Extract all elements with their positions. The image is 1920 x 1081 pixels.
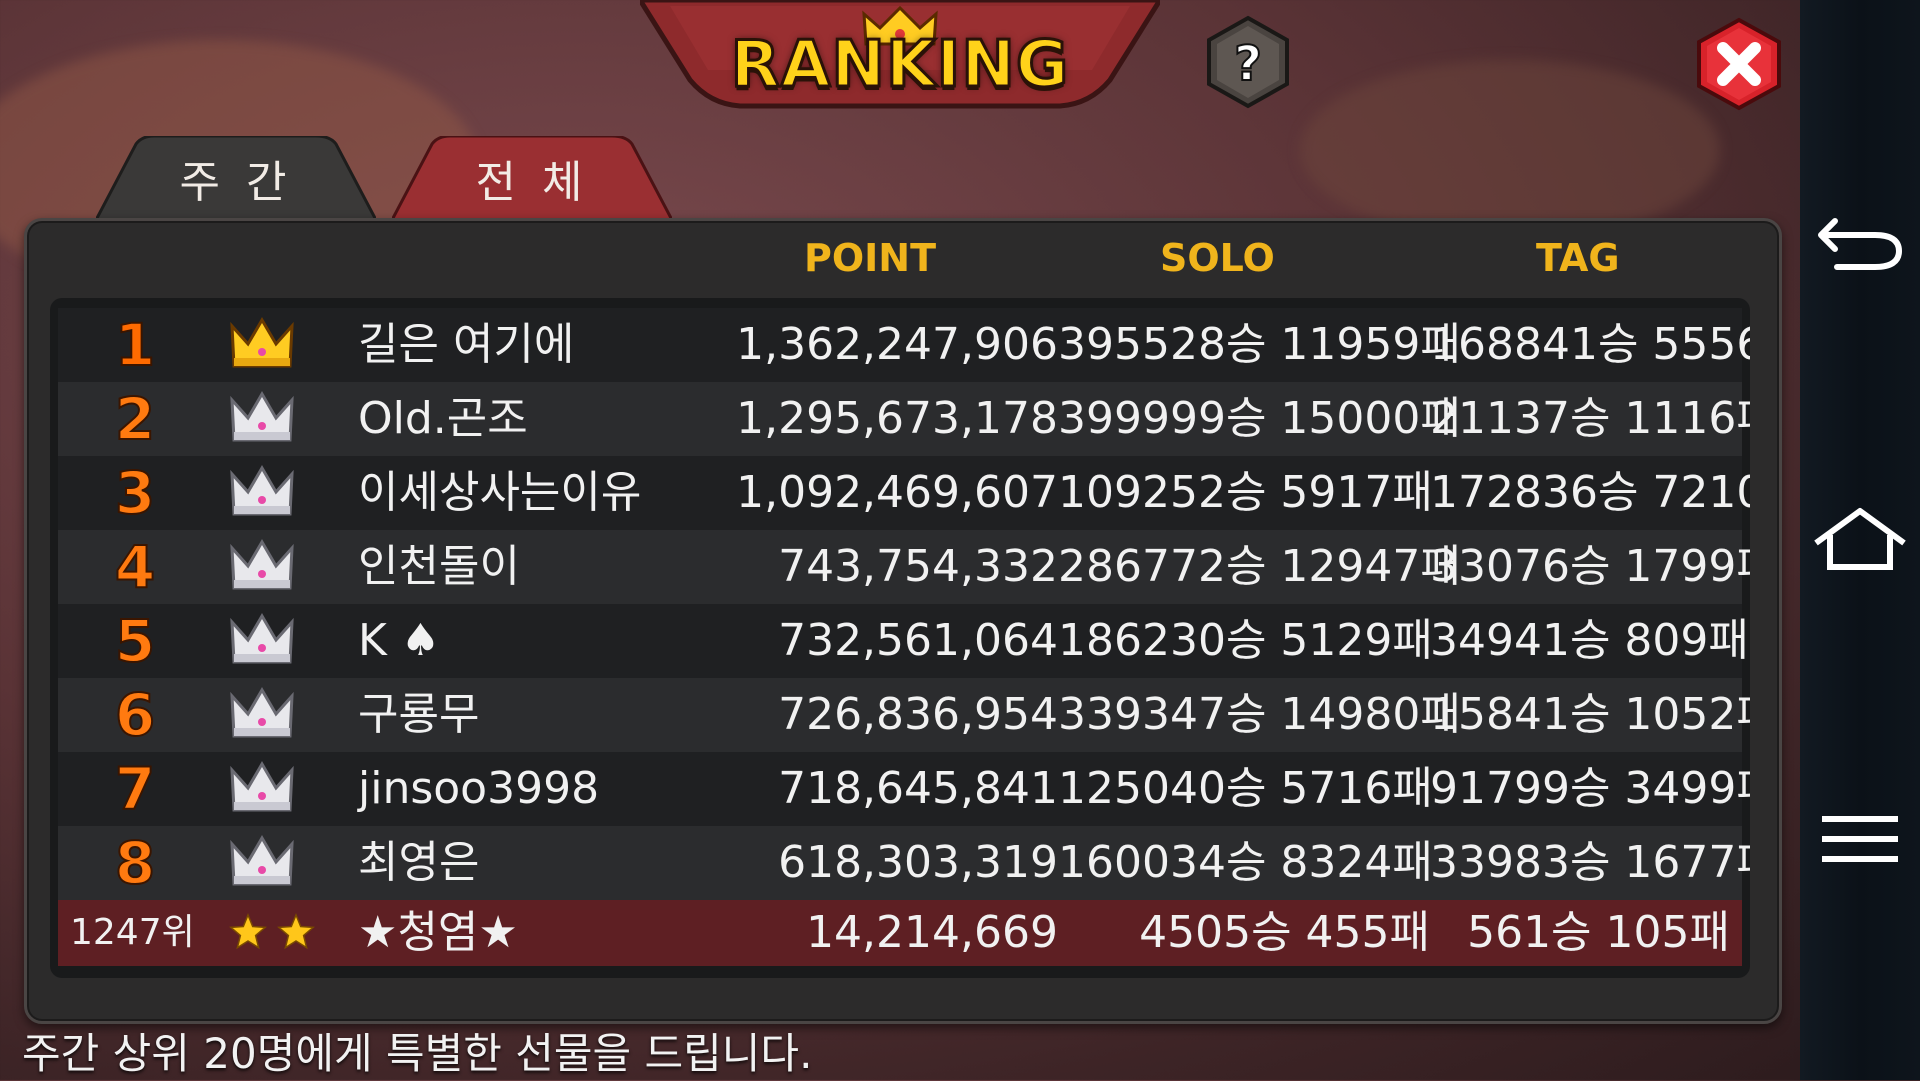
tab-all[interactable]: 전 체 <box>392 136 672 220</box>
background-art-right <box>1300 60 1720 240</box>
menu-icon <box>1822 816 1898 862</box>
rank-number: 2 <box>114 384 156 454</box>
back-button[interactable] <box>1800 180 1920 300</box>
back-icon <box>1818 218 1903 270</box>
silver-crown-icon <box>226 604 298 678</box>
tag-record: 33076승 1799패 <box>1430 541 1750 592</box>
column-header-solo: SOLO <box>1160 236 1275 280</box>
solo-record: 339347승 14980패 <box>1058 689 1461 740</box>
star-icon <box>229 913 267 950</box>
player-name: Old.곤조 <box>358 393 528 444</box>
header-banner: RANKING <box>640 0 1160 120</box>
column-header-tag: TAG <box>1536 236 1620 280</box>
player-name: 구룡무 <box>358 689 480 740</box>
ranking-screen: RANKING ? 주 간 전 체 POINT SOLO TAG 1 길은 여기… <box>0 0 1800 1080</box>
silver-crown-icon <box>226 382 298 456</box>
point-value: 718,645,841 <box>778 763 1058 814</box>
home-button[interactable] <box>1800 480 1920 600</box>
point-value: 1,295,673,178 <box>736 393 1058 444</box>
tag-record: 172836승 7210패 <box>1430 467 1750 518</box>
point-value: 743,754,332 <box>778 541 1058 592</box>
tag-record: 33983승 1677패 <box>1430 837 1750 888</box>
menu-button[interactable] <box>1800 780 1920 900</box>
player-name: jinsoo3998 <box>358 763 600 814</box>
solo-record: 395528승 11959패 <box>1058 319 1461 370</box>
player-name: 최영은 <box>358 837 480 888</box>
tab-weekly[interactable]: 주 간 <box>96 136 376 220</box>
tag-record: 21137승 1116패 <box>1430 393 1750 444</box>
rank-number: 4 <box>114 532 156 602</box>
point-value: 726,836,954 <box>778 689 1058 740</box>
point-value: 618,303,319 <box>778 837 1058 888</box>
tab-all-label: 전 체 <box>475 157 589 208</box>
table-row[interactable]: 7 jinsoo3998 718,645,841 125040승 5716패 91799… <box>58 752 1750 826</box>
table-row[interactable]: 3 이세상사는이유 1,092,469,607 109252승 5917패 172836… <box>58 456 1750 530</box>
tab-weekly-label: 주 간 <box>179 157 293 208</box>
question-icon: ? <box>1234 36 1262 92</box>
table-row[interactable]: 8 최영은 618,303,319 160034승 8324패 33983승 1677패 <box>58 826 1750 900</box>
silver-crown-icon <box>226 456 298 530</box>
system-navigation-bar <box>1800 0 1920 1080</box>
rank-stars <box>226 900 326 966</box>
ranking-table: 1 길은 여기에 1,362,247,906 395528승 11959패 168841… <box>50 298 1750 978</box>
tag-record: 91799승 3499패 <box>1430 763 1750 814</box>
page-title: RANKING <box>729 27 1070 104</box>
help-button[interactable]: ? <box>1205 14 1291 110</box>
tag-record: 34941승 809패 <box>1430 615 1749 666</box>
column-header-point: POINT <box>804 236 937 280</box>
tag-record: 168841승 5556패 <box>1430 319 1750 370</box>
my-tag-record: 561승 105패 <box>1467 907 1730 958</box>
close-button[interactable] <box>1693 16 1785 112</box>
footer-notice: 주간 상위 20명에게 특별한 선물을 드립니다. <box>22 1029 813 1078</box>
solo-record: 286772승 12947패 <box>1058 541 1461 592</box>
rank-number: 8 <box>114 828 156 898</box>
table-row[interactable]: 6 구룡무 726,836,954 339347승 14980패 15841승 1052… <box>58 678 1750 752</box>
solo-record: 109252승 5917패 <box>1058 467 1433 518</box>
point-value: 1,092,469,607 <box>736 467 1058 518</box>
player-name: 이세상사는이유 <box>358 467 642 518</box>
table-row[interactable]: 2 Old.곤조 1,295,673,178 399999승 15000패 21137승… <box>58 382 1750 456</box>
player-name: K ♠ <box>358 615 441 666</box>
my-rank: 1247위 <box>70 912 195 953</box>
silver-crown-icon <box>226 752 298 826</box>
solo-record: 125040승 5716패 <box>1058 763 1433 814</box>
silver-crown-icon <box>226 678 298 752</box>
rank-number: 1 <box>114 310 156 380</box>
point-value: 732,561,064 <box>778 615 1058 666</box>
my-player-name: ★청염★ <box>358 907 518 958</box>
star-icon <box>277 913 315 950</box>
table-row[interactable]: 1 길은 여기에 1,362,247,906 395528승 11959패 168841… <box>58 308 1750 382</box>
player-name: 길은 여기에 <box>358 319 575 370</box>
point-value: 1,362,247,906 <box>736 319 1058 370</box>
table-row[interactable]: 5 K ♠ 732,561,064 186230승 5129패 34941승 809패 <box>58 604 1749 678</box>
rank-number: 3 <box>114 458 156 528</box>
silver-crown-icon <box>226 530 298 604</box>
table-row[interactable]: 4 인천돌이 743,754,332 286772승 12947패 33076승 179… <box>58 530 1750 604</box>
rank-number: 5 <box>114 606 156 676</box>
my-rank-row: 1247위 ★청염★ 14,214,669 4505승 455패 561승 105패 <box>58 900 1742 966</box>
home-icon <box>1814 508 1906 570</box>
rank-number: 6 <box>114 680 156 750</box>
silver-crown-icon <box>226 826 298 900</box>
solo-record: 160034승 8324패 <box>1058 837 1433 888</box>
player-name: 인천돌이 <box>358 541 520 592</box>
my-point-value: 14,214,669 <box>806 907 1058 958</box>
my-solo-record: 4505승 455패 <box>1139 907 1430 958</box>
solo-record: 399999승 15000패 <box>1058 393 1461 444</box>
rank-number: 7 <box>114 754 156 824</box>
solo-record: 186230승 5129패 <box>1058 615 1433 666</box>
gold-crown-icon <box>226 308 298 382</box>
tag-record: 15841승 1052패 <box>1430 689 1750 740</box>
